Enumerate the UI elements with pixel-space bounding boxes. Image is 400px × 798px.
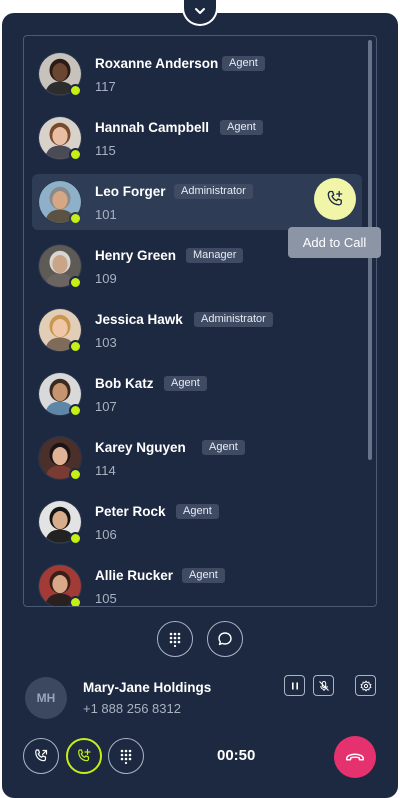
online-status-indicator [69, 340, 82, 353]
contact-name: Peter Rock [95, 504, 166, 519]
keypad-button[interactable] [108, 738, 144, 774]
phone-transfer-icon [35, 749, 48, 762]
contact-list[interactable]: Roxanne Anderson Agent 117 Hannah Campbell A… [23, 35, 377, 607]
chevron-down-icon [195, 8, 205, 14]
hang-up-icon [346, 753, 364, 761]
caller-number: +1 888 256 8312 [83, 701, 181, 716]
contact-extension: 117 [95, 79, 116, 94]
role-badge: Manager [186, 248, 244, 263]
hang-up-button[interactable] [334, 736, 376, 778]
online-status-indicator [69, 212, 82, 225]
mic-off-icon [318, 680, 329, 691]
phone-add-icon [78, 748, 91, 762]
caller-avatar: MH [25, 677, 67, 719]
role-badge: Administrator [174, 184, 253, 199]
dialpad-icon [120, 749, 132, 764]
add-call-button[interactable] [66, 738, 102, 774]
call-timer: 00:50 [217, 747, 256, 764]
call-settings-button[interactable] [355, 675, 376, 696]
contact-extension: 109 [95, 271, 117, 286]
role-badge: Agent [176, 504, 219, 519]
mute-button[interactable] [313, 675, 334, 696]
contact-row[interactable]: Bob Katz Agent 107 [32, 366, 362, 422]
online-status-indicator [69, 532, 82, 545]
contact-extension: 115 [95, 143, 116, 158]
contact-row[interactable]: Allie Rucker Agent 105 [32, 558, 362, 606]
contact-extension: 107 [95, 399, 117, 414]
contact-name: Allie Rucker [95, 568, 174, 583]
contact-extension: 106 [95, 527, 117, 542]
online-status-indicator [69, 148, 82, 161]
contact-row[interactable]: Karey Nguyen Agent 114 [32, 430, 362, 486]
contact-name: Karey Nguyen [95, 440, 186, 455]
caller-name: Mary-Jane Holdings [83, 680, 212, 695]
contact-row[interactable]: Hannah Campbell Agent 115 [32, 110, 362, 166]
contact-name: Bob Katz [95, 376, 154, 391]
contact-name: Hannah Campbell [95, 120, 210, 135]
add-to-call-button[interactable] [314, 178, 356, 220]
phone-add-icon [327, 190, 343, 206]
online-status-indicator [69, 276, 82, 289]
role-badge: Agent [182, 568, 225, 583]
online-status-indicator [69, 404, 82, 417]
role-badge: Agent [220, 120, 263, 135]
role-badge: Agent [202, 440, 245, 455]
online-status-indicator [69, 84, 82, 97]
gear-icon [360, 680, 371, 691]
dialpad-icon [169, 632, 181, 647]
contact-row[interactable]: Roxanne Anderson Agent 117 [32, 46, 362, 102]
role-badge: Administrator [194, 312, 273, 327]
contact-name: Leo Forger [95, 184, 166, 199]
contact-extension: 101 [95, 207, 117, 222]
online-status-indicator [69, 468, 82, 481]
contact-row[interactable]: Jessica Hawk Administrator 103 [32, 302, 362, 358]
chat-icon [218, 632, 232, 646]
transfer-call-button[interactable] [23, 738, 59, 774]
contact-extension: 105 [95, 591, 117, 606]
chat-button[interactable] [207, 621, 243, 657]
role-badge: Agent [222, 56, 265, 71]
hold-button[interactable] [284, 675, 305, 696]
contact-name: Roxanne Anderson [95, 56, 219, 71]
role-badge: Agent [164, 376, 207, 391]
contact-row[interactable]: Peter Rock Agent 106 [32, 494, 362, 550]
contact-extension: 114 [95, 463, 116, 478]
online-status-indicator [69, 596, 82, 606]
dialpad-button[interactable] [157, 621, 193, 657]
add-to-call-tooltip: Add to Call [288, 227, 381, 258]
contact-name: Jessica Hawk [95, 312, 183, 327]
contact-name: Henry Green [95, 248, 177, 263]
contact-row[interactable]: Leo Forger Administrator 101 [32, 174, 362, 230]
contact-extension: 103 [95, 335, 117, 350]
pause-icon [291, 682, 298, 689]
